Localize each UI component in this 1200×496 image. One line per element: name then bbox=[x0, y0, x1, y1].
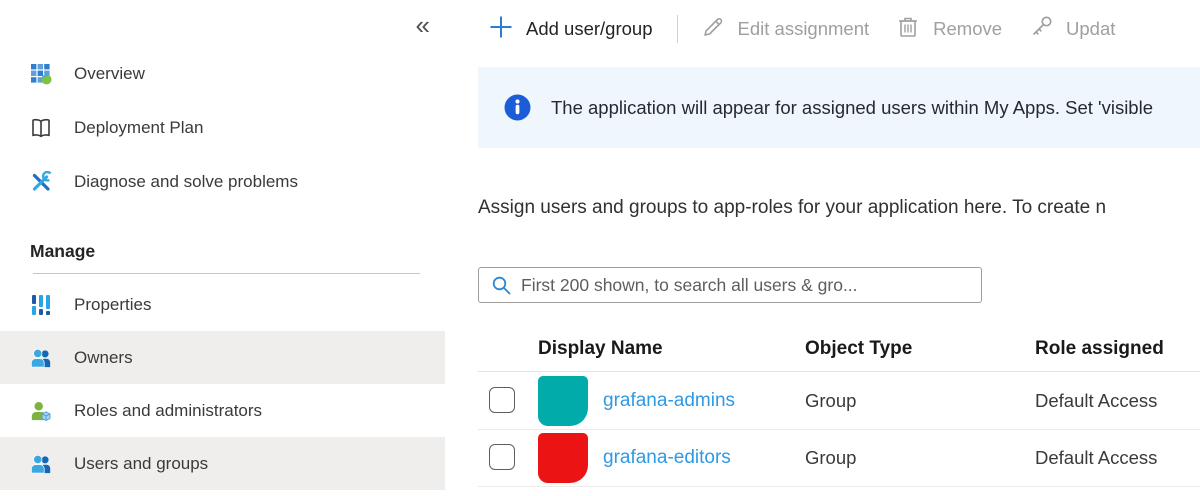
search-box bbox=[478, 267, 982, 303]
column-header-display-name: Display Name bbox=[538, 338, 663, 360]
add-user-group-label: Add user/group bbox=[526, 18, 653, 40]
object-type-cell: Group bbox=[805, 390, 856, 412]
info-banner-text: The application will appear for assigned… bbox=[551, 97, 1153, 119]
users-and-groups-page: « Overview bbox=[0, 0, 1200, 496]
overview-grid-icon bbox=[30, 63, 52, 85]
sidebar-item-deployment-plan[interactable]: Deployment Plan bbox=[0, 101, 445, 155]
role-assigned-cell: Default Access bbox=[1035, 447, 1157, 469]
trash-icon bbox=[895, 14, 921, 45]
sidebar-item-roles-admins[interactable]: Roles and administrators bbox=[0, 384, 445, 437]
sidebar-item-label: Owners bbox=[74, 348, 133, 368]
row-checkbox[interactable] bbox=[489, 387, 515, 413]
table-row: grafana-editors Group Default Access bbox=[478, 430, 1200, 487]
update-credentials-label: Updat bbox=[1066, 18, 1115, 40]
people-icon bbox=[30, 347, 52, 369]
plus-icon bbox=[488, 14, 514, 45]
table-row: grafana-admins Group Default Access bbox=[478, 373, 1200, 430]
sidebar-item-diagnose[interactable]: Diagnose and solve problems bbox=[0, 155, 445, 209]
role-assigned-cell: Default Access bbox=[1035, 390, 1157, 412]
sidebar-item-label: Roles and administrators bbox=[74, 401, 262, 421]
sidebar-item-owners[interactable]: Owners bbox=[0, 331, 445, 384]
people-icon bbox=[30, 453, 52, 475]
info-icon bbox=[504, 94, 531, 121]
add-user-group-button[interactable]: Add user/group bbox=[488, 14, 653, 45]
update-credentials-button[interactable]: Updat bbox=[1028, 14, 1115, 45]
group-name-link[interactable]: grafana-editors bbox=[603, 447, 731, 469]
book-icon bbox=[30, 117, 52, 139]
table-body: grafana-admins Group Default Access graf… bbox=[478, 373, 1200, 487]
edit-assignment-label: Edit assignment bbox=[738, 18, 870, 40]
sidebar-item-label: Diagnose and solve problems bbox=[74, 172, 298, 192]
toolbar-divider bbox=[677, 15, 678, 43]
remove-label: Remove bbox=[933, 18, 1002, 40]
edit-assignment-button[interactable]: Edit assignment bbox=[700, 14, 870, 45]
sidebar-item-label: Overview bbox=[74, 64, 145, 84]
person-cube-icon bbox=[30, 400, 52, 422]
group-avatar bbox=[538, 376, 588, 426]
sliders-icon bbox=[30, 294, 52, 316]
column-header-role-assigned: Role assigned bbox=[1035, 338, 1164, 360]
tools-icon bbox=[30, 171, 52, 193]
sidebar-divider bbox=[33, 273, 420, 274]
sidebar-item-users-groups[interactable]: Users and groups bbox=[0, 437, 445, 490]
search-icon bbox=[490, 274, 512, 301]
remove-button[interactable]: Remove bbox=[895, 14, 1002, 45]
sidebar-item-label: Properties bbox=[74, 295, 151, 315]
row-checkbox[interactable] bbox=[489, 444, 515, 470]
search-input[interactable] bbox=[478, 267, 982, 303]
group-avatar bbox=[538, 433, 588, 483]
sidebar-item-overview[interactable]: Overview bbox=[0, 47, 445, 101]
object-type-cell: Group bbox=[805, 447, 856, 469]
key-icon bbox=[1028, 14, 1054, 45]
sidebar-collapse-icon[interactable]: « bbox=[416, 12, 430, 38]
sidebar-item-properties[interactable]: Properties bbox=[0, 278, 445, 331]
info-banner: The application will appear for assigned… bbox=[478, 67, 1200, 148]
sidebar: « Overview bbox=[0, 0, 445, 496]
page-description: Assign users and groups to app-roles for… bbox=[478, 197, 1106, 219]
table-header: Display Name Object Type Role assigned bbox=[478, 330, 1200, 372]
group-name-link[interactable]: grafana-admins bbox=[603, 390, 735, 412]
pencil-icon bbox=[700, 14, 726, 45]
column-header-object-type: Object Type bbox=[805, 338, 912, 360]
main-content: Add user/group Edit assignment bbox=[478, 0, 1200, 496]
command-bar: Add user/group Edit assignment bbox=[478, 0, 1200, 58]
sidebar-section-header: Manage bbox=[0, 229, 445, 273]
sidebar-item-label: Deployment Plan bbox=[74, 118, 203, 138]
sidebar-item-label: Users and groups bbox=[74, 454, 208, 474]
